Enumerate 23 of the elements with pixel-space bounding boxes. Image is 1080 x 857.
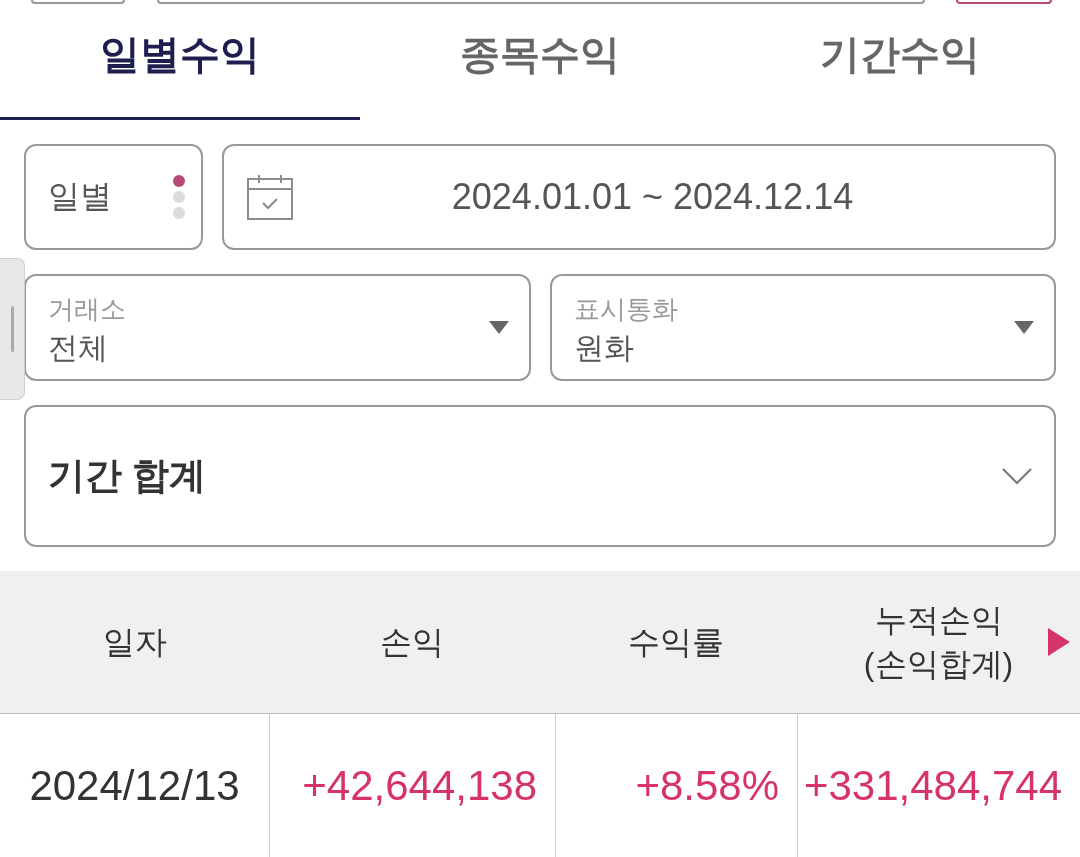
dropdown-arrow-icon <box>1014 321 1034 334</box>
column-header: 수익률 <box>628 623 724 662</box>
column-header: 일자 <box>102 623 167 662</box>
table-cell: +8.58% <box>555 714 797 857</box>
scroll-right-arrow-icon[interactable] <box>1048 628 1070 656</box>
column-header: 누적손익 (손익합계) <box>862 601 1015 684</box>
field-value: 원화 <box>573 329 634 366</box>
field-label: 거래소 <box>48 292 126 325</box>
table-cell: +42,644,138 <box>269 714 555 857</box>
calendar-icon <box>247 174 293 220</box>
field-value: 전체 <box>48 329 108 366</box>
field-label: 표시통화 <box>573 292 678 325</box>
chevron-down-icon <box>1002 467 1032 485</box>
period-selector[interactable]: 일별 <box>24 144 203 250</box>
dropdown-field[interactable]: 거래소 전체 <box>24 274 531 381</box>
dropdown-arrow-icon <box>488 321 509 334</box>
table-cell: +331,484,744 <box>797 714 1080 857</box>
date-range-field[interactable]: 2024.01.01 ~ 2024.12.14 <box>222 144 1056 250</box>
summary-accordion[interactable]: 기간 합계 <box>24 405 1056 547</box>
edge-panel-handle[interactable] <box>0 258 25 400</box>
dropdown-field[interactable]: 표시통화 원화 <box>549 274 1056 381</box>
table-cell-text: 2024/12/13 <box>28 760 241 811</box>
column-header: 손익 <box>380 623 444 662</box>
